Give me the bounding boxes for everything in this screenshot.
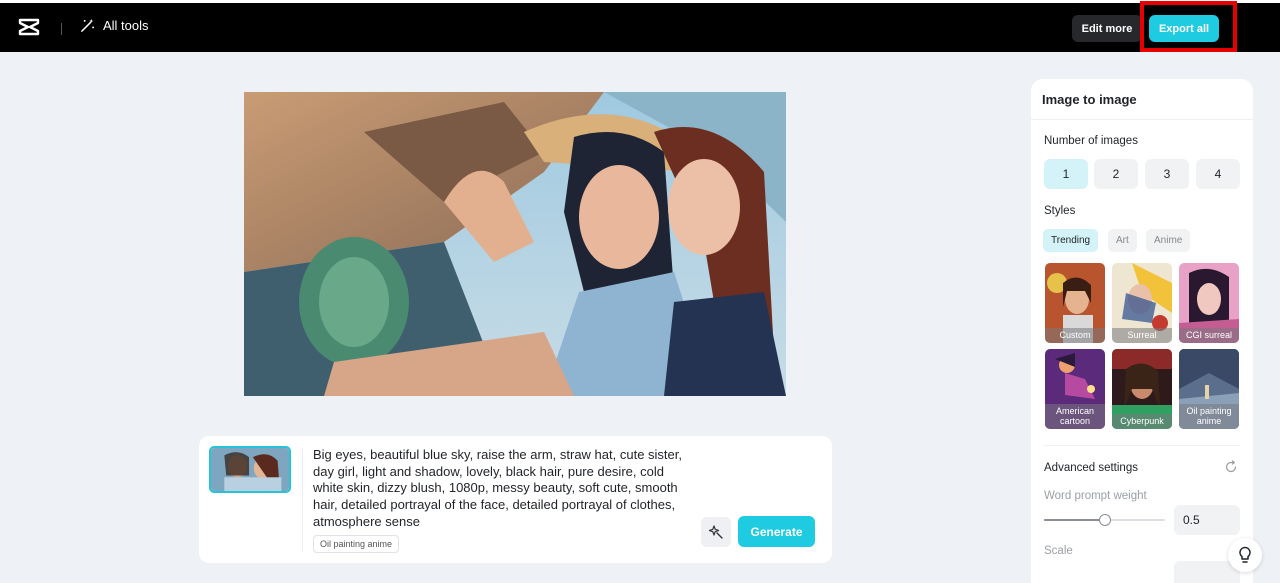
sparkle-wand-icon [708, 525, 723, 539]
advanced-settings-label: Advanced settings [1044, 462, 1138, 474]
number-option-2[interactable]: 2 [1094, 159, 1138, 189]
style-tile-label: Surreal [1112, 328, 1172, 343]
prompt-card: Big eyes, beautiful blue sky, raise the … [199, 436, 832, 563]
advanced-separator [1044, 445, 1240, 446]
style-tile-american-cartoon[interactable]: American cartoon [1045, 349, 1105, 429]
top-bar: All tools Edit more Export all [0, 0, 1280, 52]
export-highlight-box [1140, 1, 1237, 52]
capcut-logo-icon[interactable] [18, 17, 40, 37]
style-tile-label: CGI surreal [1179, 328, 1239, 343]
scale-label: Scale [1044, 545, 1073, 557]
styles-label: Styles [1044, 205, 1076, 217]
number-option-4[interactable]: 4 [1196, 159, 1240, 189]
style-tile-custom[interactable]: Custom [1045, 263, 1105, 343]
panel-separator [1031, 119, 1253, 120]
style-tile-oil-painting-anime[interactable]: Oil painting anime [1179, 349, 1239, 429]
style-tile-label: Custom [1045, 328, 1105, 343]
tab-art[interactable]: Art [1108, 229, 1137, 252]
edit-more-button[interactable]: Edit more [1072, 15, 1142, 42]
magic-wand-icon [81, 18, 95, 32]
enhance-prompt-button[interactable] [701, 517, 731, 547]
style-tile-cgi-surreal[interactable]: CGI surreal [1179, 263, 1239, 343]
source-image-thumbnail[interactable] [209, 446, 291, 493]
tab-anime[interactable]: Anime [1146, 229, 1191, 252]
header-divider [61, 23, 62, 35]
slider-fill [1044, 519, 1105, 521]
word-prompt-weight-input[interactable]: 0.5 [1174, 505, 1240, 535]
generated-image[interactable] [244, 92, 786, 396]
settings-panel: Image to image Number of images 1 2 3 4 … [1031, 79, 1253, 583]
all-tools-label: All tools [103, 18, 149, 33]
lightbulb-icon [1239, 546, 1251, 563]
word-prompt-weight-slider[interactable] [1044, 514, 1165, 526]
reset-icon[interactable] [1224, 460, 1238, 474]
tab-trending[interactable]: Trending [1043, 229, 1099, 252]
word-prompt-weight-label: Word prompt weight [1044, 490, 1147, 502]
panel-title: Image to image [1042, 92, 1137, 107]
slider-handle[interactable] [1098, 514, 1111, 526]
prompt-divider [302, 448, 303, 552]
help-button[interactable] [1228, 538, 1262, 572]
style-tile-label: Oil painting anime [1179, 404, 1239, 429]
number-option-1[interactable]: 1 [1044, 159, 1088, 189]
number-option-3[interactable]: 3 [1145, 159, 1189, 189]
style-tile-surreal[interactable]: Surreal [1112, 263, 1172, 343]
prompt-input[interactable]: Big eyes, beautiful blue sky, raise the … [313, 447, 693, 531]
style-tile-label: American cartoon [1045, 404, 1105, 429]
generate-button[interactable]: Generate [738, 516, 815, 547]
all-tools-button[interactable]: All tools [80, 18, 149, 33]
style-tile-cyberpunk[interactable]: Cyberpunk [1112, 349, 1172, 429]
style-chip: Oil painting anime [313, 535, 400, 553]
style-tile-label: Cyberpunk [1112, 414, 1172, 429]
number-of-images-label: Number of images [1044, 135, 1138, 147]
